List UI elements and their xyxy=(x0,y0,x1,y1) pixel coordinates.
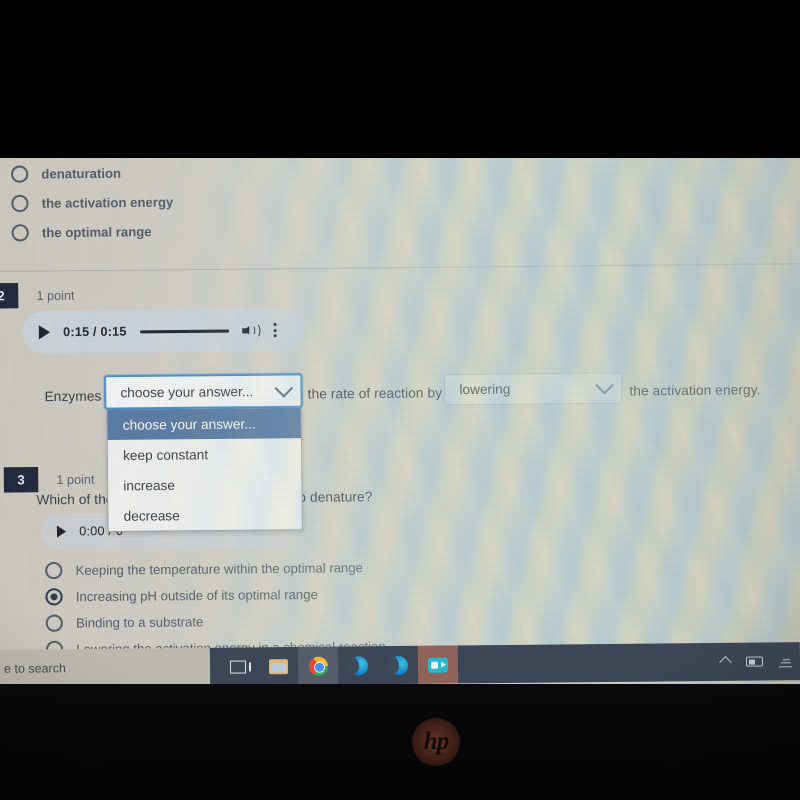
chevron-down-icon[interactable] xyxy=(595,375,614,395)
radio-icon[interactable] xyxy=(45,614,63,632)
search-input[interactable]: e to search xyxy=(4,661,66,676)
dropdown-option[interactable]: choose your answer... xyxy=(107,407,301,440)
q3-prompt-start: Which of the xyxy=(36,491,114,508)
dropdown-option[interactable]: increase xyxy=(108,468,302,500)
q2-number-badge: 2 xyxy=(0,282,19,309)
q2-dropdown-2-value: lowering xyxy=(459,381,511,398)
laptop-screen: denaturation the activation energy the o… xyxy=(0,149,800,695)
q3-option-label: Keeping the temperature within the optim… xyxy=(75,559,364,578)
q2-audio-time: 0:15 / 0:15 xyxy=(63,324,127,340)
q3-number-badge: 3 xyxy=(3,466,39,493)
wifi-icon[interactable] xyxy=(778,655,794,668)
windows-taskbar: e to search xyxy=(0,642,800,688)
taskbar-apps-area xyxy=(209,642,800,686)
laptop-photo: denaturation the activation energy the o… xyxy=(0,0,800,800)
file-explorer-icon[interactable] xyxy=(258,647,298,685)
q1-option-label: the activation energy xyxy=(41,194,174,211)
q2-dropdown-1-value: choose your answer... xyxy=(120,383,254,400)
q3-prompt-end: to denature? xyxy=(294,489,373,505)
dropdown-option[interactable]: keep constant xyxy=(108,438,302,470)
radio-icon[interactable] xyxy=(11,194,29,213)
chrome-icon[interactable] xyxy=(297,646,339,685)
q3-option-label: Binding to a substrate xyxy=(75,614,204,631)
q2-sentence-lead: Enzymes xyxy=(44,388,102,405)
q3-option-binding-substrate[interactable]: Binding to a substrate xyxy=(45,613,204,632)
q2-dropdown-1[interactable]: choose your answer... xyxy=(104,373,303,410)
q2-header: 2 1 point xyxy=(0,282,75,309)
kebab-menu-icon[interactable] xyxy=(273,322,277,338)
volume-icon[interactable] xyxy=(241,322,261,338)
radio-icon[interactable] xyxy=(11,224,29,242)
laptop-bottom-bezel xyxy=(0,684,800,800)
q3-option-label: Increasing pH outside of its optimal ran… xyxy=(75,586,318,605)
q2-dropdown-2[interactable]: lowering xyxy=(444,372,623,406)
edge-icon[interactable] xyxy=(338,646,378,684)
q2-sentence-middle: the rate of reaction by xyxy=(307,385,443,402)
q2-dropdown-1-list[interactable]: choose your answer... keep constant incr… xyxy=(106,407,303,533)
radio-icon[interactable] xyxy=(45,561,63,580)
section-divider xyxy=(0,263,800,273)
camera-app-icon[interactable] xyxy=(417,645,459,684)
battery-icon[interactable] xyxy=(745,656,764,667)
chevron-down-icon[interactable] xyxy=(274,378,294,398)
q1-option-label: the optimal range xyxy=(41,224,152,241)
q1-option-denaturation[interactable]: denaturation xyxy=(10,165,122,183)
hp-logo: hp xyxy=(412,718,460,766)
q3-option-increasing-ph[interactable]: Increasing pH outside of its optimal ran… xyxy=(45,586,318,606)
task-view-icon[interactable] xyxy=(218,647,258,685)
show-hidden-icons-icon[interactable] xyxy=(719,655,732,669)
q2-points-label: 1 point xyxy=(36,287,75,303)
radio-selected-icon[interactable] xyxy=(45,588,63,606)
q2-audio-progress-bar[interactable] xyxy=(139,329,229,333)
q1-option-activation-energy[interactable]: the activation energy xyxy=(11,193,174,213)
q3-option-keeping-temperature[interactable]: Keeping the temperature within the optim… xyxy=(45,559,364,580)
radio-icon[interactable] xyxy=(10,165,29,183)
q3-header: 3 1 point xyxy=(3,466,95,493)
q2-audio-player[interactable]: 0:15 / 0:15 xyxy=(22,308,305,354)
q3-points-label: 1 point xyxy=(56,471,95,487)
play-icon[interactable] xyxy=(38,325,51,340)
q1-option-label: denaturation xyxy=(41,165,122,182)
play-icon[interactable] xyxy=(56,525,67,538)
system-tray xyxy=(719,655,800,669)
taskbar-search-area[interactable]: e to search xyxy=(0,647,211,688)
q2-sentence-tail: the activation energy. xyxy=(629,382,761,399)
q1-option-optimal-range[interactable]: the optimal range xyxy=(11,223,152,242)
photo-top-black-area xyxy=(0,0,800,158)
dropdown-option[interactable]: decrease xyxy=(108,499,302,531)
edge-icon[interactable] xyxy=(378,646,418,684)
